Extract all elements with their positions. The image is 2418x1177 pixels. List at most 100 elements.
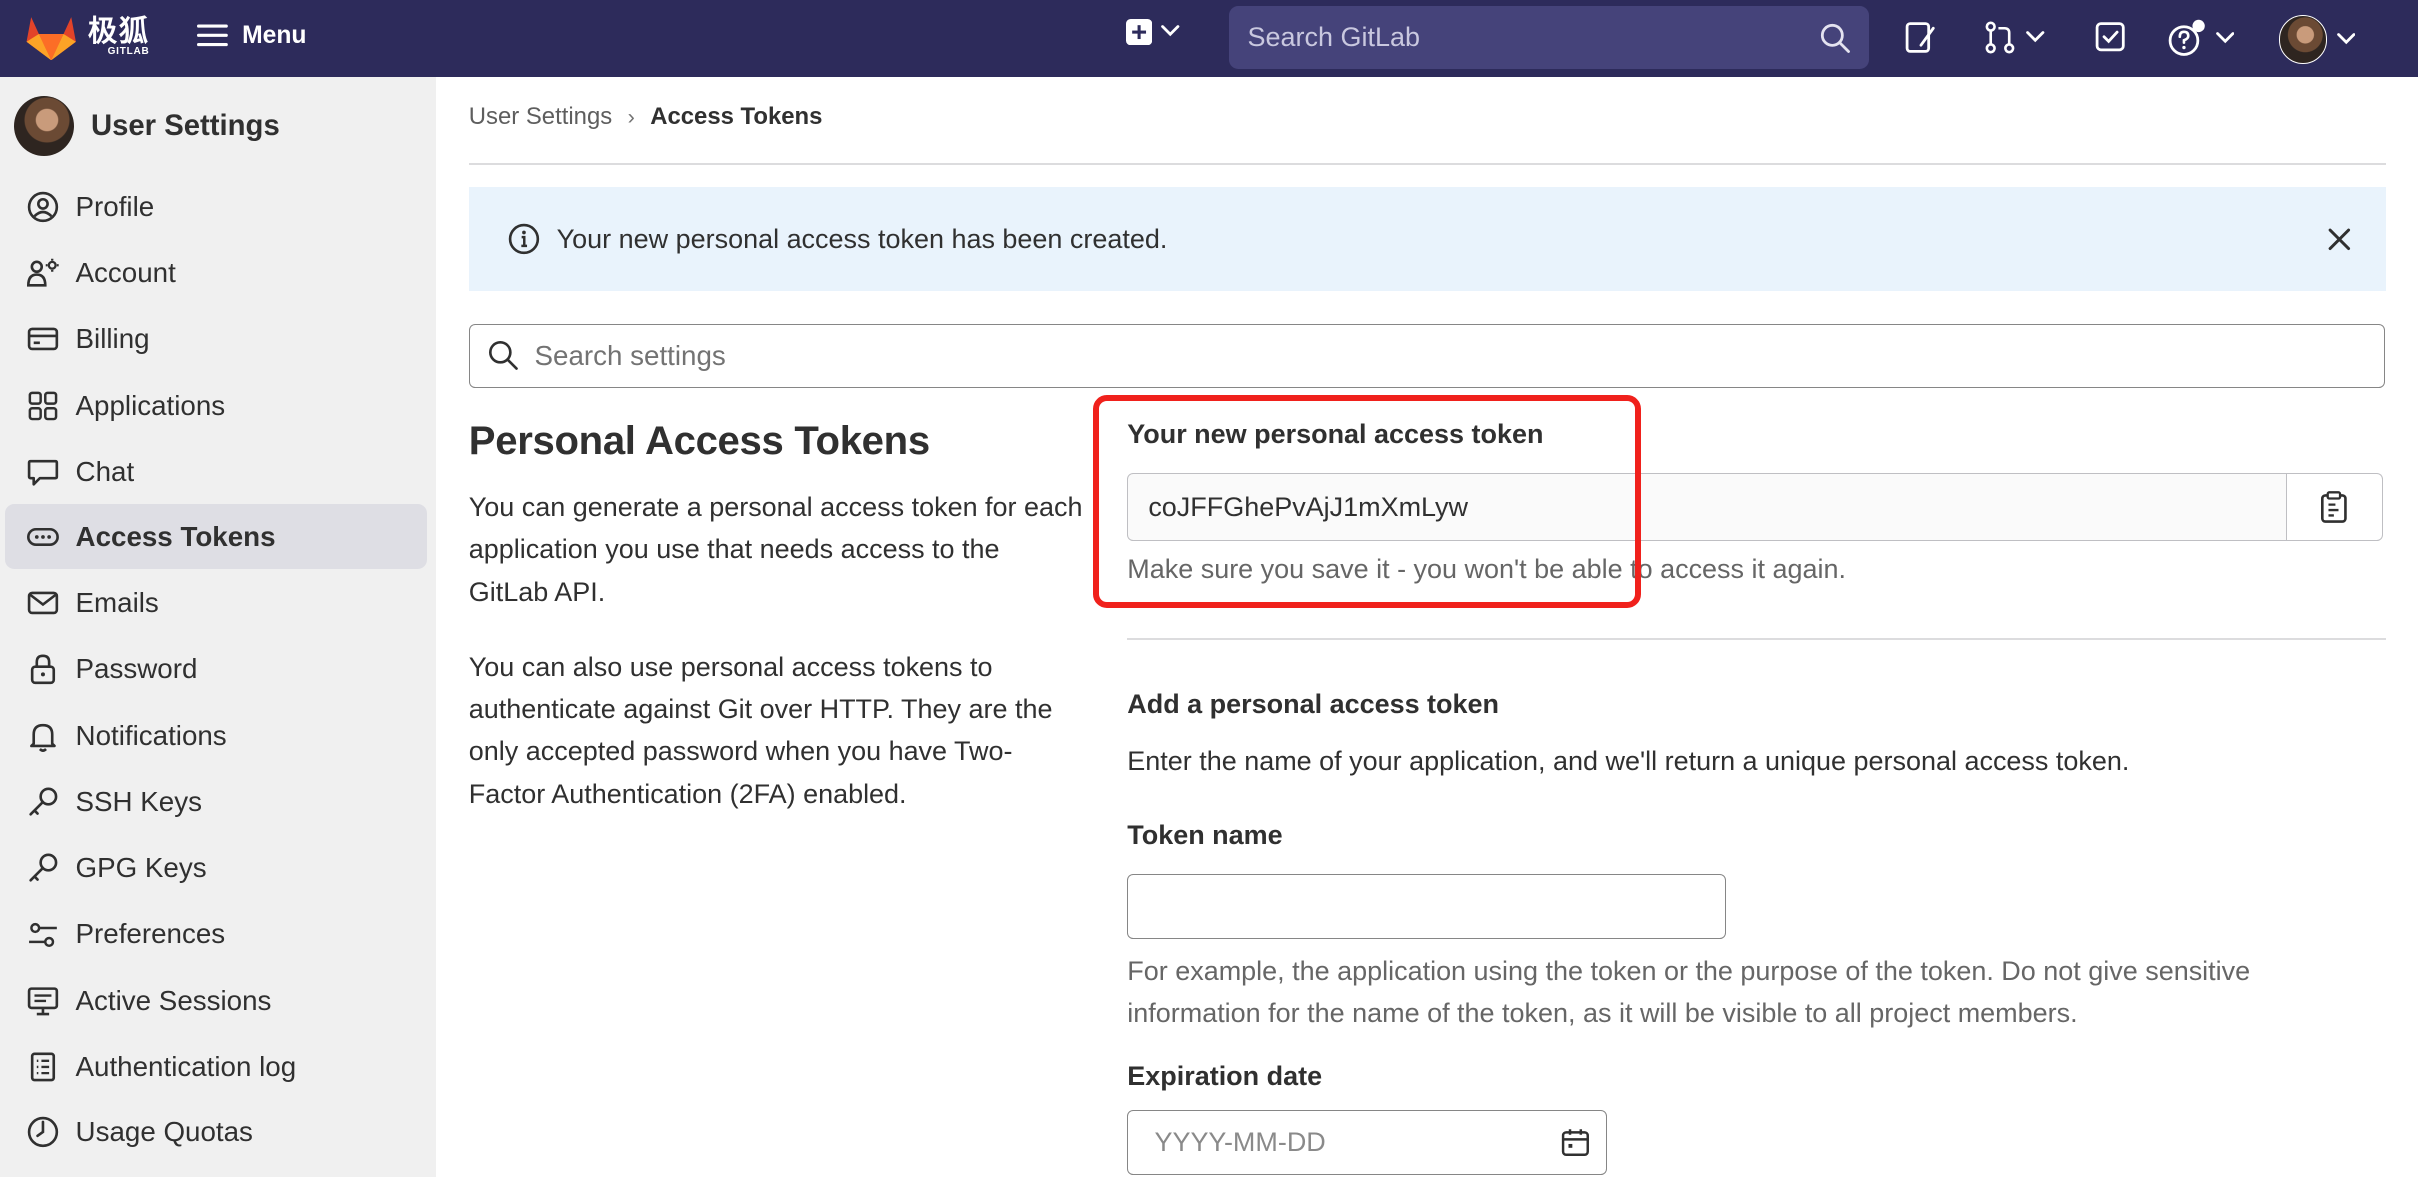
sidebar-item-authentication-log[interactable]: Authentication log xyxy=(5,1035,428,1100)
sidebar-title: User Settings xyxy=(90,108,280,142)
chevron-down-icon xyxy=(2336,33,2356,45)
help-icon xyxy=(2168,19,2205,56)
chevron-down-icon xyxy=(1161,25,1180,37)
settings-search[interactable] xyxy=(468,323,2385,388)
sidebar-item-label: Active Sessions xyxy=(75,984,272,1016)
settings-search-input[interactable] xyxy=(531,338,2312,374)
sidebar-item-label: Billing xyxy=(75,323,150,355)
global-search-input[interactable] xyxy=(1229,20,1806,55)
menu-button[interactable]: Menu xyxy=(197,22,306,50)
sidebar-item-label: Chat xyxy=(75,455,135,487)
sidebar-header[interactable]: User Settings xyxy=(13,95,280,156)
add-token-description: Enter the name of your application, and … xyxy=(1127,746,2130,777)
breadcrumb-separator-icon: › xyxy=(627,104,635,130)
token-name-input[interactable] xyxy=(1127,874,1726,940)
breadcrumb-access-tokens[interactable]: Access Tokens xyxy=(650,103,822,131)
alert-message: Your new personal access token has been … xyxy=(556,223,1168,254)
sidebar-item-label: Authentication log xyxy=(75,1051,297,1083)
sidebar-item-label: Password xyxy=(75,653,198,685)
sidebar-item-account[interactable]: Account xyxy=(5,241,428,306)
section-paragraph-1: You can generate a personal access token… xyxy=(468,492,1083,607)
sidebar-item-gpg-keys[interactable]: GPG Keys xyxy=(5,836,428,901)
password-icon xyxy=(26,652,60,686)
info-icon xyxy=(509,223,540,255)
sidebar-item-preferences[interactable]: Preferences xyxy=(5,902,428,967)
avatar xyxy=(13,95,75,156)
billing-icon xyxy=(26,322,60,356)
sidebar-item-label: Notifications xyxy=(75,719,227,751)
plus-square-icon xyxy=(1125,18,1152,45)
gpg-keys-icon xyxy=(26,851,60,885)
copy-token-button[interactable] xyxy=(2286,473,2383,542)
chevron-down-icon xyxy=(2026,30,2045,43)
tanuki-logo-icon xyxy=(26,16,76,61)
issues-icon xyxy=(1906,21,1936,53)
sidebar-item-active-sessions[interactable]: Active Sessions xyxy=(5,968,428,1033)
sidebar-item-billing[interactable]: Billing xyxy=(5,307,428,372)
sidebar-item-emails[interactable]: Emails xyxy=(5,571,428,636)
breadcrumb-user-settings[interactable]: User Settings xyxy=(469,103,612,131)
top-navbar: 极狐 GITLAB Menu xyxy=(0,0,2418,78)
new-token-input[interactable] xyxy=(1127,473,2287,542)
sidebar-item-profile[interactable]: Profile xyxy=(5,174,428,239)
calendar-icon[interactable] xyxy=(1560,1127,1591,1158)
expiration-date-field[interactable] xyxy=(1127,1110,1607,1176)
new-token-help: Make sure you save it - you won't be abl… xyxy=(1127,553,1846,584)
expiration-date-input[interactable] xyxy=(1151,1125,1528,1160)
logo-subtext: GITLAB xyxy=(107,46,150,58)
new-item-dropdown[interactable] xyxy=(1125,18,1180,45)
sidebar-item-chat[interactable]: Chat xyxy=(5,439,428,504)
close-icon[interactable] xyxy=(2327,227,2352,252)
global-search[interactable] xyxy=(1229,6,1870,70)
emails-icon xyxy=(26,586,60,620)
sidebar-item-password[interactable]: Password xyxy=(5,637,428,702)
menu-label: Menu xyxy=(242,21,307,49)
sidebar-item-usage-quotas[interactable]: Usage Quotas xyxy=(5,1100,428,1165)
clipboard-icon xyxy=(2321,491,2348,524)
user-avatar xyxy=(2279,15,2328,64)
sidebar-item-label: Emails xyxy=(75,586,159,618)
chevron-down-icon xyxy=(2216,32,2235,44)
expiration-date-label: Expiration date xyxy=(1127,1060,1323,1091)
gitlab-logo[interactable]: 极狐 GITLAB xyxy=(25,14,150,61)
issues-button[interactable] xyxy=(1904,19,1938,56)
divider xyxy=(1127,638,2386,640)
sidebar-item-access-tokens[interactable]: Access Tokens xyxy=(4,504,428,570)
breadcrumb: User Settings › Access Tokens xyxy=(469,103,823,131)
notifications-icon xyxy=(26,719,60,753)
sidebar-item-notifications[interactable]: Notifications xyxy=(5,703,428,768)
divider xyxy=(468,163,2386,165)
token-name-help: For example, the application using the t… xyxy=(1127,955,2251,1029)
todos-button[interactable] xyxy=(2094,19,2128,56)
sidebar-item-label: Applications xyxy=(75,389,226,421)
help-dropdown[interactable] xyxy=(2167,19,2235,59)
success-alert: Your new personal access token has been … xyxy=(468,186,2386,292)
section-title: Personal Access Tokens xyxy=(468,419,930,464)
add-token-title: Add a personal access token xyxy=(1127,689,1499,720)
section-description: Personal Access Tokens You can generate … xyxy=(469,419,1086,815)
authentication-log-icon xyxy=(26,1050,60,1084)
hamburger-icon xyxy=(197,24,229,47)
sidebar-item-applications[interactable]: Applications xyxy=(5,373,428,438)
usage-quotas-icon xyxy=(26,1115,60,1149)
sidebar-item-label: Profile xyxy=(75,190,155,222)
access-tokens-icon xyxy=(26,520,60,554)
settings-sidebar: User Settings Profile Account Billing Ap xyxy=(0,77,437,1177)
todo-icon xyxy=(2095,21,2125,51)
token-name-label: Token name xyxy=(1127,820,1283,851)
new-token-label: Your new personal access token xyxy=(1127,419,1544,450)
sidebar-item-label: Access Tokens xyxy=(75,520,276,552)
sidebar-item-label: GPG Keys xyxy=(75,852,207,884)
sidebar-item-ssh-keys[interactable]: SSH Keys xyxy=(5,769,428,834)
sidebar-item-label: Preferences xyxy=(75,918,226,950)
merge-requests-dropdown[interactable] xyxy=(1983,19,2045,56)
preferences-icon xyxy=(26,918,60,952)
user-menu-dropdown[interactable] xyxy=(2279,15,2356,64)
sidebar-item-label: SSH Keys xyxy=(75,785,202,817)
merge-request-icon xyxy=(1985,21,2015,53)
logo-text: 极狐 xyxy=(87,14,150,48)
active-sessions-icon xyxy=(26,984,60,1018)
account-icon xyxy=(26,256,60,290)
new-token-field xyxy=(1127,473,2385,542)
app-root: 极狐 GITLAB Menu Search GitLab User Settin… xyxy=(0,0,2418,1177)
